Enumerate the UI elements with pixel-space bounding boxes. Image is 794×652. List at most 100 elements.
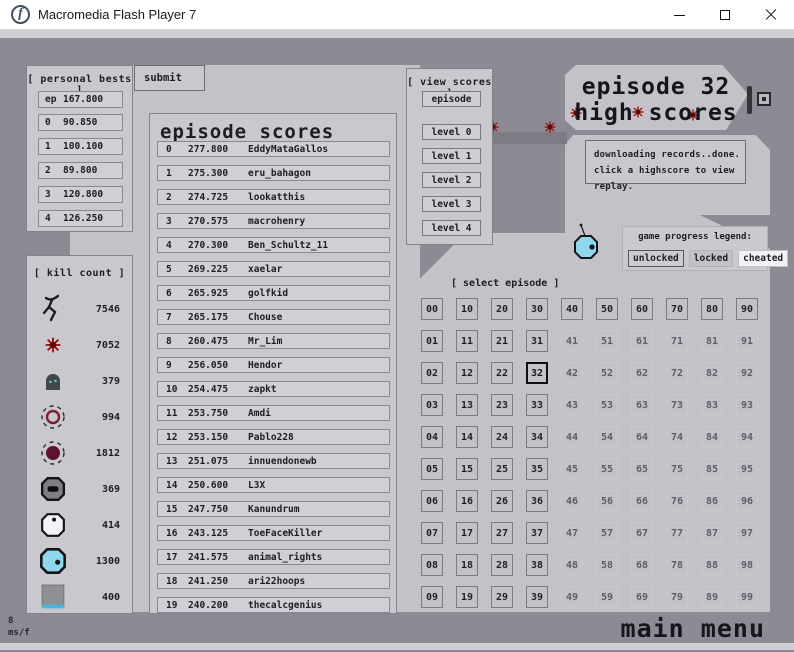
episode-cell[interactable]: 50 [596, 298, 618, 320]
episode-cell[interactable]: 44 [561, 426, 583, 448]
episode-cell[interactable]: 67 [631, 522, 653, 544]
episode-cell[interactable]: 20 [491, 298, 513, 320]
personal-best-row[interactable]: 0 90.850 [38, 114, 123, 131]
highscore-row[interactable]: 16 243.125 ToeFaceKiller [157, 525, 390, 541]
episode-cell[interactable]: 96 [736, 490, 758, 512]
episode-cell[interactable]: 76 [666, 490, 688, 512]
highscore-row[interactable]: 4 270.300 Ben_Schultz_11 [157, 237, 390, 253]
minimize-button[interactable] [656, 0, 702, 30]
episode-cell[interactable]: 77 [666, 522, 688, 544]
episode-cell[interactable]: 60 [631, 298, 653, 320]
episode-cell[interactable]: 62 [631, 362, 653, 384]
episode-cell[interactable]: 79 [666, 586, 688, 608]
episode-cell[interactable]: 75 [666, 458, 688, 480]
episode-cell[interactable]: 69 [631, 586, 653, 608]
highscore-row[interactable]: 9 256.050 Hendor [157, 357, 390, 373]
episode-cell[interactable]: 66 [631, 490, 653, 512]
episode-cell[interactable]: 09 [421, 586, 443, 608]
episode-cell[interactable]: 40 [561, 298, 583, 320]
view-scores-button[interactable]: level 3 [422, 196, 481, 212]
episode-cell[interactable]: 59 [596, 586, 618, 608]
submit-button[interactable]: submit [134, 65, 205, 91]
episode-cell[interactable]: 01 [421, 330, 443, 352]
episode-cell[interactable]: 82 [701, 362, 723, 384]
episode-cell[interactable]: 51 [596, 330, 618, 352]
highscore-row[interactable]: 18 241.250 ari22hoops [157, 573, 390, 589]
episode-cell[interactable]: 22 [491, 362, 513, 384]
episode-cell[interactable]: 32 [526, 362, 548, 384]
highscore-row[interactable]: 15 247.750 Kanundrum [157, 501, 390, 517]
episode-cell[interactable]: 21 [491, 330, 513, 352]
episode-cell[interactable]: 81 [701, 330, 723, 352]
episode-cell[interactable]: 23 [491, 394, 513, 416]
highscore-row[interactable]: 10 254.475 zapkt [157, 381, 390, 397]
highscore-row[interactable]: 13 251.075 innuendonewb [157, 453, 390, 469]
episode-cell[interactable]: 37 [526, 522, 548, 544]
view-scores-button[interactable]: level 0 [422, 124, 481, 140]
episode-cell[interactable]: 83 [701, 394, 723, 416]
episode-cell[interactable]: 36 [526, 490, 548, 512]
highscore-row[interactable]: 12 253.150 Pablo228 [157, 429, 390, 445]
episode-cell[interactable]: 94 [736, 426, 758, 448]
highscore-row[interactable]: 3 270.575 macrohenry [157, 213, 390, 229]
episode-cell[interactable]: 61 [631, 330, 653, 352]
episode-cell[interactable]: 74 [666, 426, 688, 448]
episode-cell[interactable]: 93 [736, 394, 758, 416]
highscore-row[interactable]: 1 275.300 eru_bahagon [157, 165, 390, 181]
episode-cell[interactable]: 18 [456, 554, 478, 576]
episode-cell[interactable]: 31 [526, 330, 548, 352]
episode-cell[interactable]: 33 [526, 394, 548, 416]
episode-cell[interactable]: 63 [631, 394, 653, 416]
episode-cell[interactable]: 52 [596, 362, 618, 384]
episode-cell[interactable]: 25 [491, 458, 513, 480]
episode-cell[interactable]: 48 [561, 554, 583, 576]
episode-cell[interactable]: 06 [421, 490, 443, 512]
episode-cell[interactable]: 19 [456, 586, 478, 608]
episode-cell[interactable]: 87 [701, 522, 723, 544]
highscore-row[interactable]: 8 260.475 Mr_Lim [157, 333, 390, 349]
view-scores-button[interactable]: level 2 [422, 172, 481, 188]
episode-cell[interactable]: 34 [526, 426, 548, 448]
personal-best-row[interactable]: 4 126.250 [38, 210, 123, 227]
episode-cell[interactable]: 55 [596, 458, 618, 480]
episode-cell[interactable]: 45 [561, 458, 583, 480]
episode-cell[interactable]: 86 [701, 490, 723, 512]
episode-cell[interactable]: 30 [526, 298, 548, 320]
episode-cell[interactable]: 28 [491, 554, 513, 576]
episode-cell[interactable]: 56 [596, 490, 618, 512]
maximize-button[interactable] [702, 0, 748, 30]
episode-cell[interactable]: 85 [701, 458, 723, 480]
highscore-row[interactable]: 11 253.750 Amdi [157, 405, 390, 421]
episode-cell[interactable]: 10 [456, 298, 478, 320]
episode-cell[interactable]: 17 [456, 522, 478, 544]
episode-cell[interactable]: 43 [561, 394, 583, 416]
episode-cell[interactable]: 35 [526, 458, 548, 480]
highscore-row[interactable]: 7 265.175 Chouse [157, 309, 390, 325]
episode-cell[interactable]: 38 [526, 554, 548, 576]
episode-cell[interactable]: 78 [666, 554, 688, 576]
view-scores-button[interactable]: level 1 [422, 148, 481, 164]
close-button[interactable] [748, 0, 794, 30]
episode-cell[interactable]: 53 [596, 394, 618, 416]
episode-cell[interactable]: 11 [456, 330, 478, 352]
episode-cell[interactable]: 72 [666, 362, 688, 384]
episode-cell[interactable]: 90 [736, 298, 758, 320]
highscore-row[interactable]: 14 250.600 L3X [157, 477, 390, 493]
episode-cell[interactable]: 27 [491, 522, 513, 544]
highscore-row[interactable]: 17 241.575 animal_rights [157, 549, 390, 565]
episode-cell[interactable]: 08 [421, 554, 443, 576]
episode-cell[interactable]: 15 [456, 458, 478, 480]
personal-best-row[interactable]: ep 167.800 [38, 91, 123, 108]
episode-cell[interactable]: 95 [736, 458, 758, 480]
highscore-row[interactable]: 2 274.725 lookatthis [157, 189, 390, 205]
episode-cell[interactable]: 47 [561, 522, 583, 544]
episode-cell[interactable]: 84 [701, 426, 723, 448]
episode-cell[interactable]: 71 [666, 330, 688, 352]
episode-cell[interactable]: 13 [456, 394, 478, 416]
episode-cell[interactable]: 07 [421, 522, 443, 544]
episode-cell[interactable]: 65 [631, 458, 653, 480]
episode-cell[interactable]: 02 [421, 362, 443, 384]
episode-cell[interactable]: 05 [421, 458, 443, 480]
personal-best-row[interactable]: 2 89.800 [38, 162, 123, 179]
episode-cell[interactable]: 92 [736, 362, 758, 384]
